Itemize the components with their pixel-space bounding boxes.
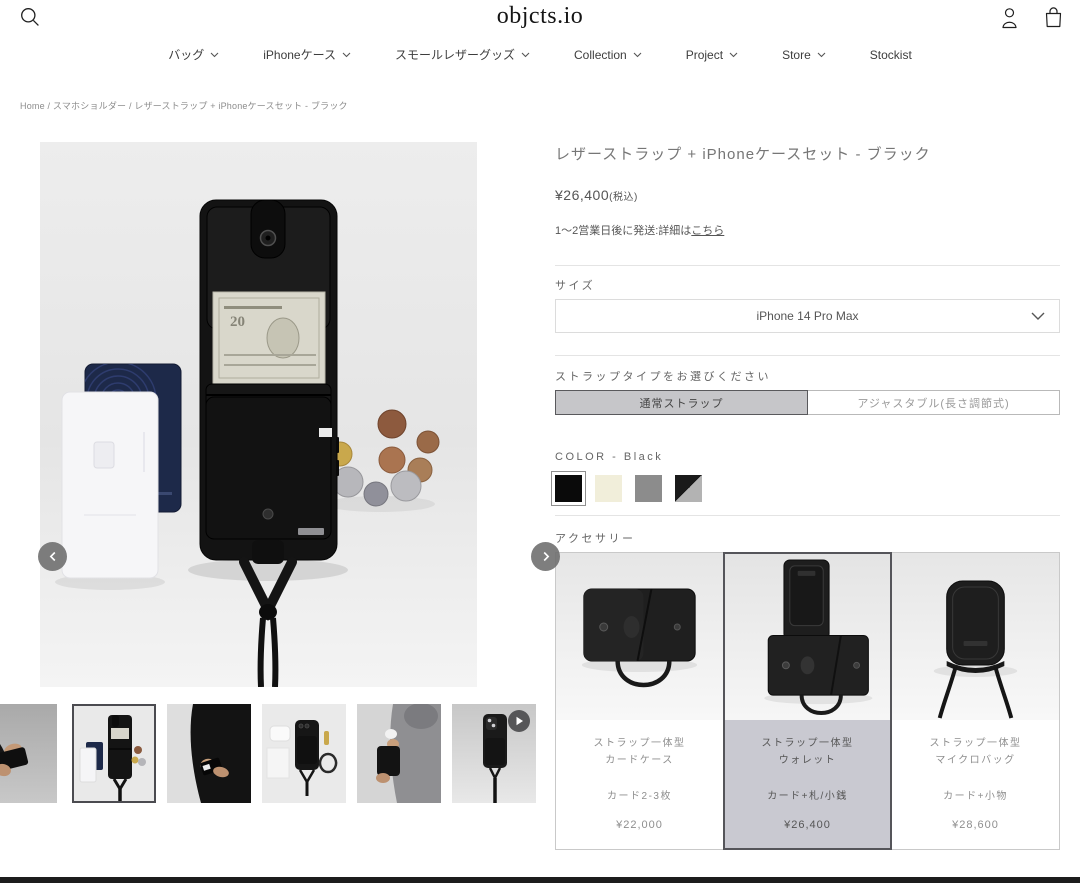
- accessories-label: アクセサリー: [555, 530, 1060, 546]
- account-icon[interactable]: [1000, 7, 1019, 34]
- accessory-capacity: カード2-3枚: [556, 787, 723, 802]
- size-label: サイズ: [555, 277, 1060, 293]
- strap-option-normal[interactable]: 通常ストラップ: [555, 390, 808, 415]
- product-price: ¥26,400(税込): [555, 187, 1060, 203]
- accessory-capacity: カード+札/小銭: [725, 787, 890, 802]
- nav-item-collection[interactable]: Collection: [574, 46, 642, 63]
- price-value: ¥26,400: [555, 187, 609, 203]
- nav-item-store[interactable]: Store: [782, 46, 826, 63]
- accessory-name: ウォレット: [725, 752, 890, 769]
- product-info: レザーストラップ + iPhoneケースセット - ブラック ¥26,400(税…: [555, 143, 1060, 850]
- accessory-wallet-info: ストラップ一体型 ウォレット カード+札/小銭 ¥26,400: [725, 720, 890, 848]
- accessory-card-case[interactable]: ストラップ一体型 カードケース カード2-3枚 ¥22,000: [555, 552, 724, 850]
- main-nav: バッグ iPhoneケース スモールレザーグッズ Collection Proj…: [0, 46, 1080, 63]
- nav-label: iPhoneケース: [263, 46, 336, 63]
- size-selected-value: iPhone 14 Pro Max: [756, 309, 858, 323]
- breadcrumb: Home / スマホショルダー / レザーストラップ + iPhoneケースセッ…: [20, 99, 348, 112]
- color-swatch-black[interactable]: [555, 475, 582, 502]
- breadcrumb-category[interactable]: スマホショルダー: [53, 101, 126, 111]
- accessory-card-case-info: ストラップ一体型 カードケース カード2-3枚 ¥22,000: [556, 720, 723, 848]
- divider: [555, 265, 1060, 266]
- site-logo[interactable]: objcts.io: [0, 3, 1080, 30]
- nav-label: Store: [782, 48, 811, 62]
- nav-item-iphone-cases[interactable]: iPhoneケース: [263, 46, 351, 63]
- strap-type-toggle: 通常ストラップ アジャスタブル(長さ調節式): [555, 390, 1060, 415]
- nav-label: バッグ: [168, 46, 204, 63]
- accessory-wallet-image: [725, 554, 890, 720]
- thumbnail-hands-holding-wallet[interactable]: [0, 704, 57, 803]
- thumbnail-person-black-outfit[interactable]: [167, 704, 251, 803]
- nav-item-bags[interactable]: バッグ: [168, 46, 219, 63]
- thumbnail-person-gray-hoodie[interactable]: [357, 704, 441, 803]
- tax-note: (税込): [609, 192, 638, 203]
- accessory-name: ストラップ一体型: [892, 735, 1059, 752]
- strap-type-label: ストラップタイプをお選びください: [555, 368, 1060, 384]
- thumbnail-case-video[interactable]: [452, 704, 536, 803]
- accessory-options: ストラップ一体型 カードケース カード2-3枚 ¥22,000: [555, 552, 1060, 850]
- accessory-wallet[interactable]: ストラップ一体型 ウォレット カード+札/小銭 ¥26,400: [723, 552, 892, 850]
- accessory-name: カードケース: [556, 752, 723, 769]
- chevron-down-icon: [729, 52, 738, 58]
- next-image-button[interactable]: [531, 542, 560, 571]
- accessory-micro-bag-info: ストラップ一体型 マイクロバッグ カード+小物 ¥28,600: [892, 720, 1059, 848]
- chevron-down-icon: [817, 52, 826, 58]
- chevron-down-icon: [210, 52, 219, 58]
- breadcrumb-home[interactable]: Home: [20, 101, 45, 111]
- nav-label: Project: [686, 48, 723, 62]
- footer-top-bar: [0, 877, 1080, 883]
- accessory-price: ¥22,000: [556, 819, 723, 831]
- thumbnail-flatlay-accessories[interactable]: [262, 704, 346, 803]
- color-swatch-ivory[interactable]: [595, 475, 622, 502]
- divider: [555, 355, 1060, 356]
- accessory-micro-bag[interactable]: ストラップ一体型 マイクロバッグ カード+小物 ¥28,600: [891, 552, 1060, 850]
- nav-item-stockist[interactable]: Stockist: [870, 46, 912, 63]
- chevron-down-icon: [342, 52, 351, 58]
- nav-label: Collection: [574, 48, 627, 62]
- accessory-card-case-image: [556, 553, 723, 720]
- shipping-text: 1〜2営業日後に発送:詳細は: [555, 225, 691, 237]
- nav-label: Stockist: [870, 48, 912, 62]
- video-play-icon: [508, 710, 530, 732]
- shipping-details-link[interactable]: こちら: [691, 225, 724, 237]
- size-select[interactable]: iPhone 14 Pro Max: [555, 299, 1060, 333]
- accessory-price: ¥28,600: [892, 819, 1059, 831]
- chevron-down-icon: [1031, 312, 1045, 321]
- accessory-price: ¥26,400: [725, 819, 890, 831]
- thumbnail-flatlay-cards-coins[interactable]: [72, 704, 156, 803]
- prev-image-button[interactable]: [38, 542, 67, 571]
- product-image-gallery: 20: [40, 142, 477, 687]
- chevron-down-icon: [521, 52, 530, 58]
- strap-option-adjustable[interactable]: アジャスタブル(長さ調節式): [808, 390, 1060, 415]
- accessory-name: ストラップ一体型: [725, 735, 890, 752]
- divider: [555, 515, 1060, 516]
- color-swatch-black-gray[interactable]: [675, 475, 702, 502]
- accessory-name: マイクロバッグ: [892, 752, 1059, 769]
- thumbnail-strip: [0, 704, 556, 804]
- color-swatch-gray[interactable]: [635, 475, 662, 502]
- chevron-down-icon: [633, 52, 642, 58]
- breadcrumb-current: レザーストラップ + iPhoneケースセット - ブラック: [134, 101, 347, 111]
- nav-item-small-leather-goods[interactable]: スモールレザーグッズ: [395, 46, 530, 63]
- cart-icon[interactable]: [1043, 6, 1064, 34]
- breadcrumb-separator: /: [45, 101, 53, 111]
- shipping-info: 1〜2営業日後に発送:詳細はこちら: [555, 222, 1060, 238]
- accessory-micro-bag-image: [892, 553, 1059, 720]
- product-image: 20: [40, 142, 477, 687]
- accessory-capacity: カード+小物: [892, 787, 1059, 802]
- color-label: COLOR - Black: [555, 451, 1060, 463]
- page-title: レザーストラップ + iPhoneケースセット - ブラック: [555, 143, 1060, 164]
- nav-label: スモールレザーグッズ: [395, 46, 515, 63]
- color-swatches: [555, 475, 1060, 502]
- nav-item-project[interactable]: Project: [686, 46, 738, 63]
- accessory-name: ストラップ一体型: [556, 735, 723, 752]
- svg-text:20: 20: [230, 314, 245, 330]
